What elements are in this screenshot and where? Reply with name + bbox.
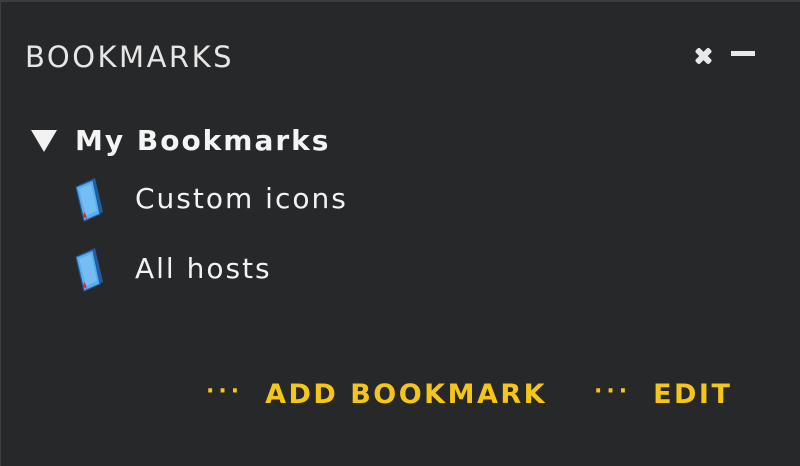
more-dots-icon: ···: [206, 378, 244, 404]
bookmark-item-custom-icons[interactable]: Custom icons: [73, 174, 348, 222]
bookmark-group-label: My Bookmarks: [75, 123, 331, 157]
book-icon: [75, 178, 103, 222]
minimize-icon[interactable]: [730, 44, 756, 68]
bookmarks-panel: BOOKMARKS My Bookmarks Custom icons All …: [0, 0, 800, 466]
more-dots-icon: ···: [594, 378, 632, 404]
add-bookmark-label: ADD BOOKMARK: [265, 378, 548, 410]
book-icon: [75, 248, 103, 292]
bookmark-item-label: All hosts: [135, 251, 272, 285]
edit-button[interactable]: ··· EDIT: [594, 374, 732, 414]
add-bookmark-button[interactable]: ··· ADD BOOKMARK: [206, 374, 547, 414]
bookmark-item-all-hosts[interactable]: All hosts: [73, 244, 272, 292]
edit-label: EDIT: [653, 378, 733, 410]
bookmark-item-label: Custom icons: [135, 181, 348, 215]
caret-down-icon[interactable]: [31, 130, 57, 152]
close-icon[interactable]: [691, 44, 717, 68]
panel-title: BOOKMARKS: [25, 40, 234, 74]
bookmark-group-my-bookmarks[interactable]: My Bookmarks: [31, 120, 330, 160]
